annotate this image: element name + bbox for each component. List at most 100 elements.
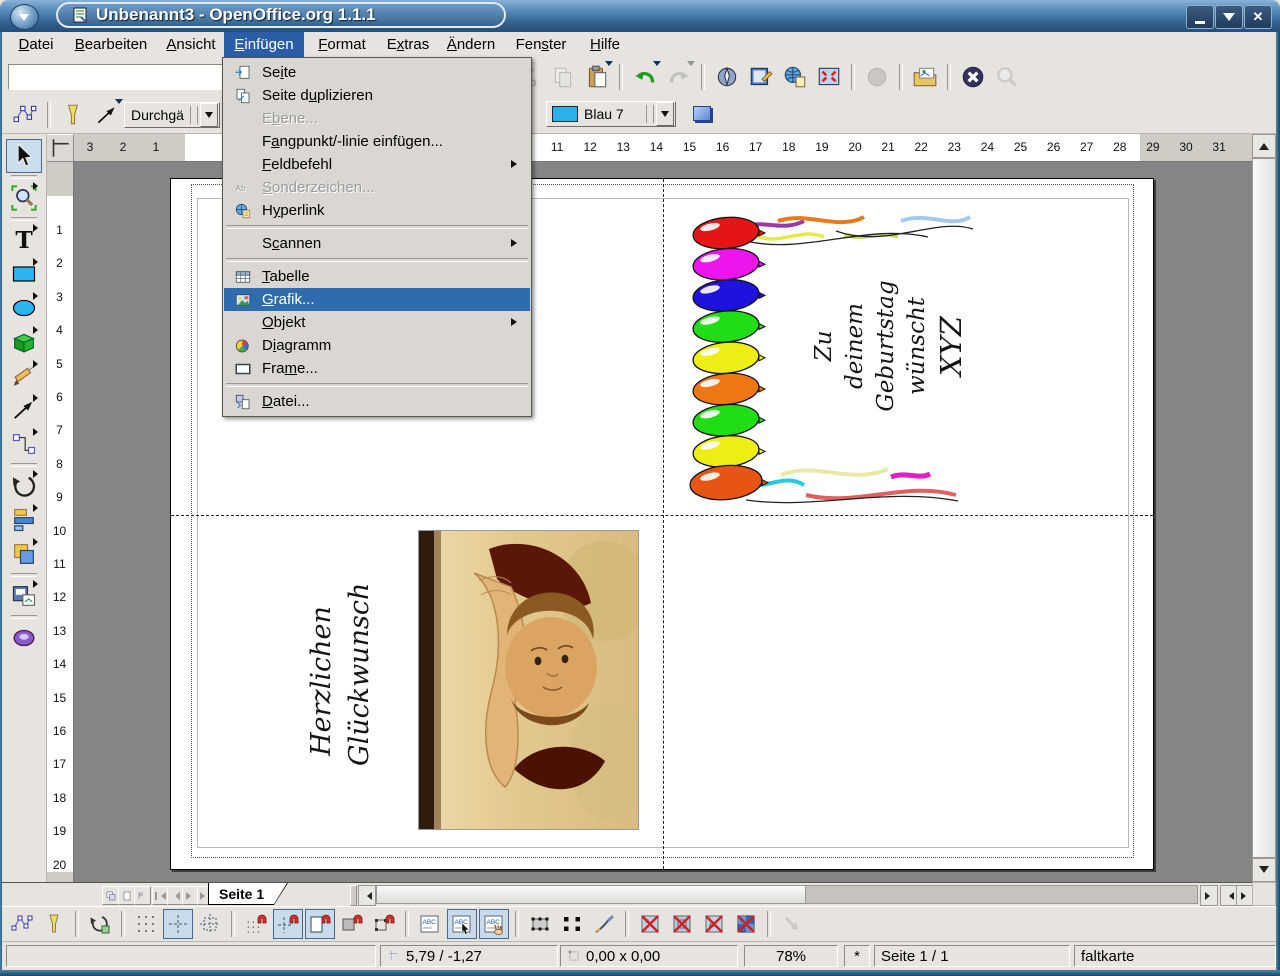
undo-icon[interactable] <box>629 61 661 93</box>
guides-when-moving-icon[interactable] <box>195 909 225 939</box>
snap-to-margins-icon[interactable] <box>305 909 335 939</box>
exit-group-icon[interactable] <box>777 909 807 939</box>
arrange-tool[interactable] <box>6 537 42 571</box>
vscroll-down-button[interactable] <box>1252 858 1276 882</box>
horizontal-scrollbar[interactable] <box>376 885 1198 904</box>
contour-mode-icon[interactable] <box>667 909 697 939</box>
window-border-right[interactable] <box>1276 32 1280 976</box>
attributes-brush-icon[interactable] <box>589 909 619 939</box>
objects3d-tool[interactable] <box>6 325 42 359</box>
maximize-button[interactable] <box>1215 5 1243 29</box>
ellipse-tool[interactable] <box>6 291 42 325</box>
shadow-button[interactable] <box>690 103 714 123</box>
object-size-cell[interactable]: 0,00 x 0,00 <box>560 945 738 967</box>
line-style-combo[interactable]: Durchgä <box>124 101 220 128</box>
gallery-icon[interactable] <box>909 61 941 93</box>
menu-item-tabelle[interactable]: Tabelle <box>224 265 530 288</box>
rotate-tool[interactable] <box>6 469 42 503</box>
menu-bearbeiten[interactable]: Bearbeiten <box>66 32 156 57</box>
glue-points-mode-icon[interactable] <box>39 909 69 939</box>
stylist-icon[interactable] <box>745 61 777 93</box>
line-contour-icon[interactable] <box>731 909 761 939</box>
text-tool[interactable]: T <box>6 223 42 257</box>
menu-format[interactable]: Format <box>310 32 374 57</box>
snap-to-grid-icon[interactable] <box>241 909 271 939</box>
picture-placeholder-icon[interactable] <box>635 909 665 939</box>
menu-item-fangpunkt-linie[interactable]: Fangpunkt/-linie einfügen... <box>224 130 530 153</box>
zoom-icon[interactable] <box>813 61 845 93</box>
rotation-mode-icon[interactable] <box>85 909 115 939</box>
text-placeholder-icon[interactable]: A <box>699 909 729 939</box>
hscroll-right-button[interactable] <box>1200 885 1218 906</box>
alignment-tool[interactable] <box>6 503 42 537</box>
copy-icon[interactable] <box>547 61 579 93</box>
simple-handles-icon[interactable] <box>557 909 587 939</box>
next-page-button[interactable] <box>182 886 198 905</box>
menu-extras[interactable]: Ex tras <box>380 32 436 57</box>
title-bar[interactable]: Unbenannt3 - OpenOffice.org 1.1.1 ✕ <box>0 0 1280 32</box>
lines-arrows-tool[interactable] <box>6 393 42 427</box>
redo-icon[interactable] <box>663 61 695 93</box>
menu-ansicht[interactable]: Ansicht <box>160 32 222 57</box>
fill-color-dropdown-arrow[interactable] <box>656 102 674 126</box>
window-menu-button[interactable] <box>10 4 39 30</box>
zoom-level-cell[interactable]: 78% <box>744 945 838 967</box>
insert-object-tool[interactable] <box>6 579 42 613</box>
previous-page-button[interactable] <box>167 886 183 905</box>
card-inside-text[interactable]: Herzlichen Glückwunsch <box>303 583 383 766</box>
connector-tool[interactable] <box>6 427 42 461</box>
effects-tool[interactable] <box>6 621 42 655</box>
arrow-style-button[interactable] <box>91 98 123 131</box>
menu-item-grafik[interactable]: Grafik... <box>224 288 530 311</box>
menu-item-diagramm[interactable]: Diagramm <box>224 334 530 357</box>
snap-to-object-points-icon[interactable] <box>369 909 399 939</box>
page-tab-seite-1[interactable]: Seite 1 <box>209 883 287 904</box>
card-front-text[interactable]: Zu deinem Geburtstag wünscht XYZ <box>809 246 979 446</box>
layer-mode-button-1[interactable] <box>102 886 119 905</box>
menu-hilfe[interactable]: Hilfe <box>580 32 630 57</box>
menu-datei[interactable]: Datei <box>12 32 60 57</box>
fill-color-combo[interactable]: Blau 7 <box>546 101 676 127</box>
menu-item-hyperlink[interactable]: Hyperlink <box>224 199 530 222</box>
modify-with-attributes-icon[interactable] <box>525 909 555 939</box>
snap-to-guides-icon[interactable] <box>273 909 303 939</box>
menu-item-scannen[interactable]: Scannen <box>224 232 530 255</box>
edit-points-mode-icon[interactable] <box>7 909 37 939</box>
rectangle-tool[interactable] <box>6 257 42 291</box>
ruler-origin-box[interactable] <box>46 134 74 162</box>
line-dialog-button[interactable] <box>57 99 89 131</box>
first-page-button[interactable] <box>152 886 168 905</box>
hyperlink-dialog-icon[interactable] <box>779 61 811 93</box>
snap-to-object-frame-icon[interactable] <box>337 909 367 939</box>
angel-image[interactable] <box>418 530 639 830</box>
layer-mode-button-2[interactable] <box>118 886 135 905</box>
paste-icon[interactable] <box>581 61 613 93</box>
menu-item-datei[interactable]: Datei... <box>224 390 530 413</box>
menu-item-seite-duplizieren[interactable]: Seite duplizieren <box>224 84 530 107</box>
search-icon[interactable] <box>991 61 1023 93</box>
double-click-edit-text-icon[interactable]: ABC <box>479 909 509 939</box>
horizontal-scrollbar-thumb[interactable] <box>377 886 806 903</box>
stop-icon[interactable] <box>957 61 989 93</box>
select-tool[interactable] <box>6 139 42 173</box>
vertical-scrollbar[interactable] <box>1252 134 1276 882</box>
select-text-area-icon[interactable]: ABC <box>447 909 477 939</box>
record-macro-icon[interactable] <box>861 61 893 93</box>
vertical-ruler[interactable]: 1 2 3 4 5 6 7 8 9 10 11 12 13 14 15 16 17 18 19 20 <box>46 162 74 882</box>
minimize-button[interactable] <box>1186 5 1214 29</box>
show-grid-icon[interactable] <box>131 909 161 939</box>
navigator-icon[interactable] <box>711 61 743 93</box>
menu-item-frame[interactable]: Frame... <box>224 357 530 380</box>
menu-item-feldbefehl[interactable]: Feldbefehl <box>224 153 530 176</box>
zoom-tool[interactable] <box>6 181 42 215</box>
line-style-dropdown-arrow[interactable] <box>200 102 218 127</box>
curve-tool[interactable] <box>6 359 42 393</box>
window-border-bottom[interactable] <box>0 970 1280 976</box>
layer-mode-button-3[interactable] <box>134 886 151 905</box>
vertical-scrollbar-thumb[interactable] <box>1252 158 1276 858</box>
menu-aendern[interactable]: Ändern <box>440 32 502 57</box>
close-button[interactable]: ✕ <box>1244 5 1272 29</box>
cursor-position-cell[interactable]: 5,79 / -1,27 <box>380 945 558 967</box>
hscroll-left-button[interactable] <box>358 885 376 906</box>
menu-item-seite[interactable]: Seite <box>224 61 530 84</box>
